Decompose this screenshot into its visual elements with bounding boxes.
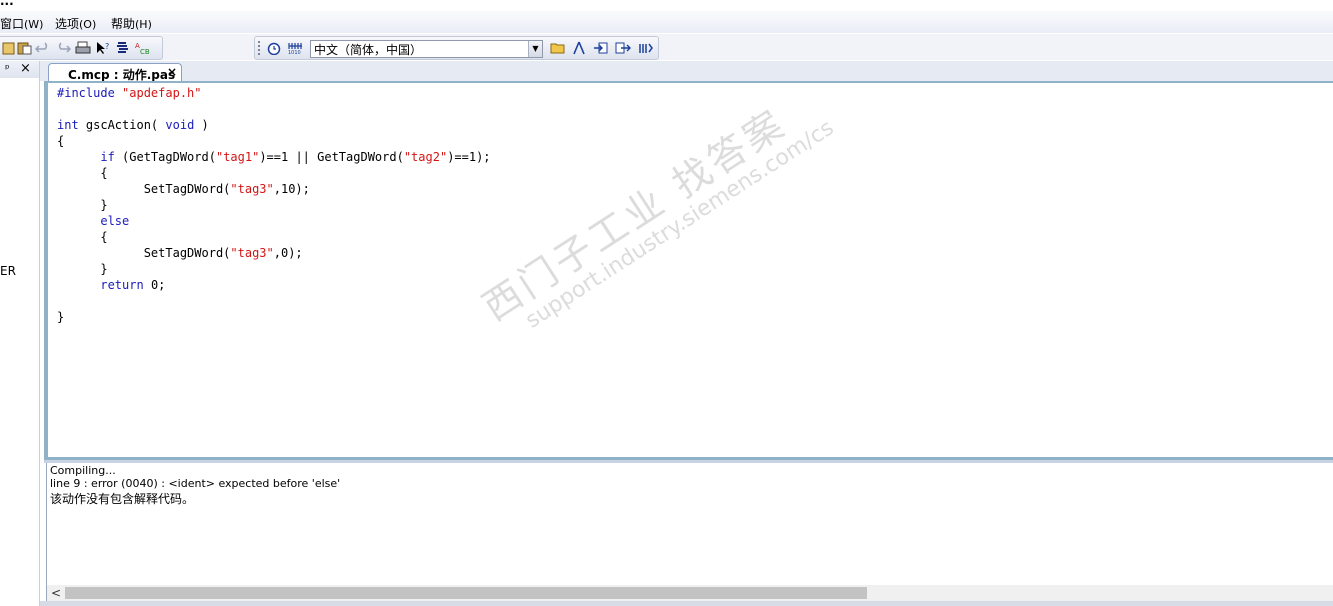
scroll-left-arrow-icon[interactable]: <	[51, 586, 61, 600]
code-line: int gscAction( void )	[57, 117, 491, 133]
code-token: "tag3"	[230, 246, 274, 260]
svg-text:CB: CB	[140, 48, 150, 55]
code-line: return 0;	[57, 277, 491, 293]
code-token: "tag3"	[230, 182, 274, 196]
left-pane-header: ᵖ ×	[0, 61, 39, 78]
code-token: #include	[57, 86, 123, 100]
code-editor[interactable]: #include "apdefap.h" int gscAction( void…	[48, 83, 1333, 457]
code-token: return	[100, 278, 144, 292]
code-token: {	[57, 166, 108, 180]
code-line: {	[57, 165, 491, 181]
left-docked-pane: ᵖ × ER	[0, 61, 40, 606]
code-line: }	[57, 309, 491, 325]
output-pane: Compiling... line 9 : error (0040) : <id…	[46, 463, 1333, 585]
title-bar: ...	[0, 0, 1333, 10]
tab-action-file[interactable]: C.mcp : 动作.pas ×	[48, 63, 182, 82]
standard-toolbar: ? A CB	[0, 36, 163, 60]
code-line: #include "apdefap.h"	[57, 85, 491, 101]
code-token: if	[100, 150, 115, 164]
pin-icon[interactable]: ᵖ	[5, 62, 10, 75]
compile-icon[interactable]	[115, 41, 131, 55]
open-folder-icon[interactable]	[550, 41, 566, 55]
code-token: {	[57, 134, 65, 148]
svg-text:1010: 1010	[288, 50, 301, 55]
code-token: SetTagDWord(	[57, 246, 231, 260]
code-line: if (GetTagDWord("tag1")==1 || GetTagDWor…	[57, 149, 491, 165]
code-token: ,10);	[273, 182, 310, 196]
code-token: (GetTagDWord(	[114, 150, 216, 164]
svg-text:?: ?	[105, 42, 109, 51]
chevron-down-icon[interactable]: ▼	[528, 41, 542, 57]
pointer-help-icon[interactable]: ?	[95, 41, 111, 55]
code-token: void	[165, 118, 195, 132]
output-line-error: line 9 : error (0040) : <ident> expected…	[50, 477, 341, 490]
menu-window[interactable]: 窗口(W)	[0, 15, 43, 32]
code-token: int	[57, 118, 79, 132]
redo-icon[interactable]	[55, 41, 71, 55]
code-line: }	[57, 197, 491, 213]
language-select-value: 中文（简体，中国）	[314, 43, 423, 57]
horizontal-scrollbar[interactable]: <	[46, 585, 1333, 601]
compass-icon[interactable]	[571, 41, 587, 55]
function-icon[interactable]	[638, 41, 654, 55]
code-token: {	[57, 230, 108, 244]
code-token: SetTagDWord(	[57, 182, 231, 196]
code-line: SetTagDWord("tag3",0);	[57, 245, 491, 261]
paste-icon[interactable]	[17, 41, 33, 55]
code-token: }	[57, 310, 65, 324]
tab-close-icon[interactable]: ×	[167, 65, 177, 79]
left-pane-partial-text[interactable]: ER	[0, 264, 16, 278]
code-token: "tag1"	[215, 150, 260, 164]
code-token: )==1 || GetTagDWord(	[259, 150, 404, 164]
tag-bits-icon[interactable]: 1010	[288, 41, 304, 55]
undo-icon[interactable]	[35, 41, 51, 55]
import-icon[interactable]	[593, 41, 609, 55]
title-text: ...	[0, 0, 14, 8]
clipboard-icon[interactable]	[1, 41, 17, 55]
output-line-compiling: Compiling...	[50, 464, 116, 477]
code-token: }	[57, 198, 108, 212]
output-line-message: 该动作没有包含解释代码。	[50, 492, 195, 506]
language-select[interactable]: 中文（简体，中国） ▼	[310, 40, 543, 58]
code-line: else	[57, 213, 491, 229]
menu-options[interactable]: 选项(O)	[55, 15, 96, 32]
print-icon[interactable]	[75, 41, 91, 55]
code-token: )==1);	[447, 150, 491, 164]
menu-help[interactable]: 帮助(H)	[111, 15, 152, 32]
toolbar-row: ? A CB 1010 中文（简体，中国） ▼	[0, 34, 1333, 60]
document-tab-strip: C.mcp : 动作.pas ×	[40, 61, 1333, 82]
code-token: }	[57, 262, 108, 276]
code-token: "tag2"	[403, 150, 448, 164]
language-toolbar: 1010 中文（简体，中国） ▼	[254, 36, 659, 60]
code-line: {	[57, 133, 491, 149]
code-line: {	[57, 229, 491, 245]
code-token: 0;	[143, 278, 166, 292]
code-token: )	[194, 118, 209, 132]
code-line: SetTagDWord("tag3",10);	[57, 181, 491, 197]
alarm-clock-icon[interactable]	[266, 41, 282, 55]
code-token: "apdefap.h"	[122, 86, 202, 100]
toolbar-grip[interactable]	[258, 41, 260, 55]
scrollbar-thumb[interactable]	[65, 587, 867, 599]
code-token: else	[100, 214, 130, 228]
bottom-border	[40, 601, 1333, 606]
export-icon[interactable]	[615, 41, 631, 55]
abc-check-icon[interactable]: ACB	[135, 41, 151, 55]
code-text: #include "apdefap.h" int gscAction( void…	[57, 85, 491, 325]
close-icon[interactable]: ×	[20, 61, 31, 76]
code-token: ,0);	[273, 246, 303, 260]
code-token: gscAction(	[78, 118, 166, 132]
menu-bar: 窗口(W) 选项(O) 帮助(H)	[0, 11, 1333, 33]
code-line: }	[57, 261, 491, 277]
